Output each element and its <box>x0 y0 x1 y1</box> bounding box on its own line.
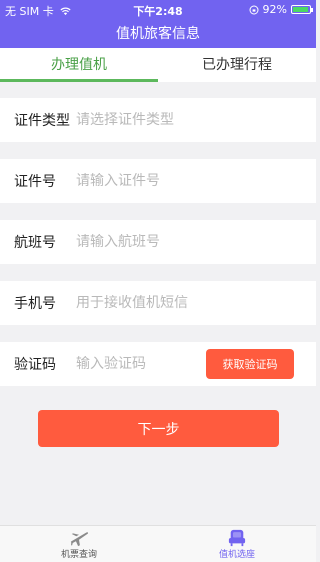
id-type-label: 证件类型 <box>14 113 70 129</box>
status-right: 92% <box>249 3 313 16</box>
status-bar: 无 SIM 卡 下午2:48 92% <box>0 0 316 20</box>
id-number-label: 证件号 <box>14 174 56 190</box>
code-label: 验证码 <box>14 357 56 373</box>
seat-icon <box>228 529 246 546</box>
orientation-lock-icon <box>249 5 259 14</box>
id-number-input[interactable] <box>76 173 276 189</box>
tab-checkin[interactable]: 办理值机 <box>0 48 158 82</box>
get-code-button[interactable]: 获取验证码 <box>206 349 294 379</box>
battery-percent: 92% <box>262 3 287 16</box>
id-number-row: 证件号 <box>0 159 316 203</box>
tab-completed-trips[interactable]: 已办理行程 <box>158 48 316 82</box>
airplane-icon <box>70 531 89 546</box>
flight-number-label: 航班号 <box>14 235 56 251</box>
bottom-tabbar: 机票查询 值机选座 <box>0 525 316 562</box>
tabbar-item-seat-selection[interactable]: 值机选座 <box>158 526 316 562</box>
flight-number-input[interactable] <box>76 234 276 250</box>
header: 无 SIM 卡 下午2:48 92% 值机旅客信息 <box>0 0 316 48</box>
code-input[interactable] <box>76 356 186 372</box>
phone-input[interactable] <box>76 295 276 311</box>
segment-tabs: 办理值机 已办理行程 <box>0 48 316 82</box>
tabbar-label-flight-search: 机票查询 <box>60 549 97 560</box>
phone-row: 手机号 <box>0 281 316 325</box>
page-title: 值机旅客信息 <box>116 26 200 42</box>
phone-label: 手机号 <box>14 296 56 312</box>
tabbar-label-seat-selection: 值机选座 <box>218 549 255 560</box>
next-button[interactable]: 下一步 <box>38 410 279 447</box>
battery-icon <box>291 5 313 14</box>
tabbar-item-flight-search[interactable]: 机票查询 <box>0 526 158 562</box>
flight-number-row: 航班号 <box>0 220 316 264</box>
code-row: 验证码 获取验证码 <box>0 342 316 386</box>
id-type-select[interactable] <box>76 112 276 128</box>
battery-level <box>293 7 308 12</box>
id-type-row[interactable]: 证件类型 <box>0 98 316 142</box>
